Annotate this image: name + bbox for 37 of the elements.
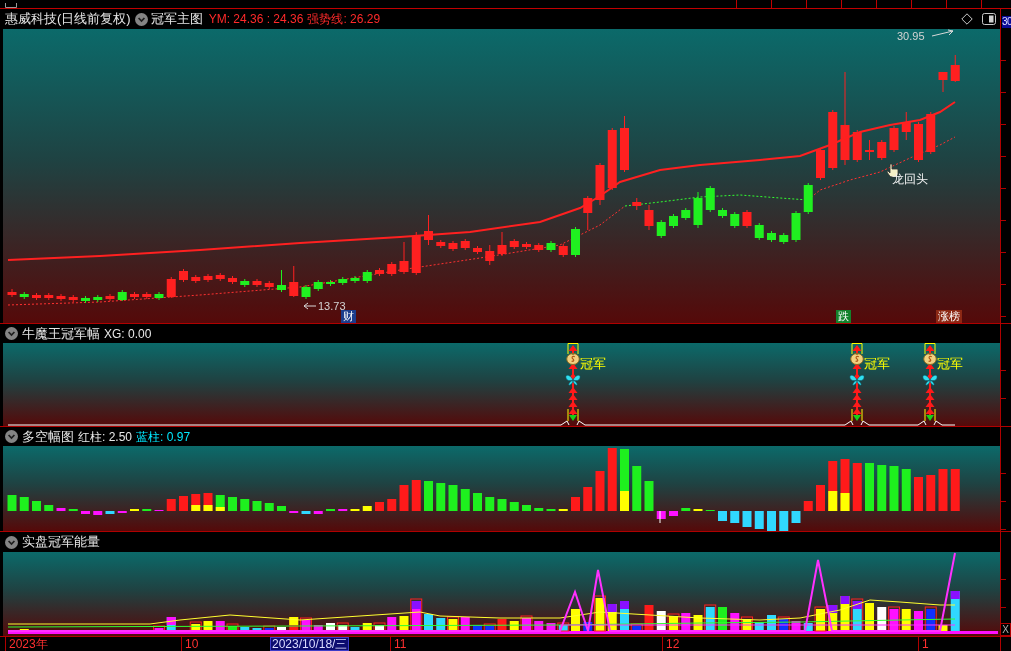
money-bag-icon [923, 351, 937, 365]
chevron-down-icon[interactable] [5, 327, 18, 340]
stock-title: 惠威科技(日线前复权) [5, 11, 131, 27]
panel-toggle-icon[interactable] [982, 13, 996, 25]
money-bag-icon [850, 351, 864, 365]
money-bag-icon [566, 351, 580, 365]
indicator-title[interactable]: 牛魔王冠军幅 [22, 325, 100, 342]
indicator-reading: YM: 24.36 : 24.36 [208, 11, 304, 27]
indicator-reading: 红柱: 2.50 [78, 428, 133, 445]
event-tag: 跌 [836, 310, 851, 323]
chevron-down-icon[interactable] [5, 430, 18, 443]
event-tag: 涨榜 [936, 310, 962, 323]
axis-date-label: 12 [662, 637, 680, 651]
indicator-reading: 蓝柱: 0.97 [136, 428, 191, 445]
axis-date-label: 2023年 [5, 637, 48, 651]
signal-label: 冠军 [580, 356, 606, 371]
indicator-title[interactable]: 冠军主图 [150, 11, 203, 27]
signal-label: 冠军 [937, 356, 963, 371]
signal-label: 冠军 [864, 356, 890, 371]
butterfly-icon [849, 374, 865, 386]
cursor-date-label: 2023/10/18/三 [270, 637, 350, 651]
chevron-down-icon[interactable] [134, 12, 148, 26]
axis-date-label: 1 [918, 637, 929, 651]
diamond-icon[interactable] [961, 13, 973, 25]
window-icon[interactable] [5, 3, 17, 8]
butterfly-icon [922, 374, 938, 386]
axis-corner-label[interactable]: X [1000, 623, 1011, 636]
indicator-reading: 强势线: 26.29 [307, 11, 381, 27]
axis-price-label: 30 [1002, 16, 1011, 28]
axis-date-label: 10 [181, 637, 199, 651]
event-tag: 财 [341, 310, 356, 323]
butterfly-icon [565, 374, 581, 386]
indicator-title[interactable]: 实盘冠军能量 [22, 534, 100, 550]
axis-date-label: 11 [390, 637, 407, 651]
chevron-down-icon[interactable] [5, 535, 18, 549]
indicator-reading: XG: 0.00 [104, 325, 152, 342]
indicator-title[interactable]: 多空幅图 [22, 428, 74, 445]
